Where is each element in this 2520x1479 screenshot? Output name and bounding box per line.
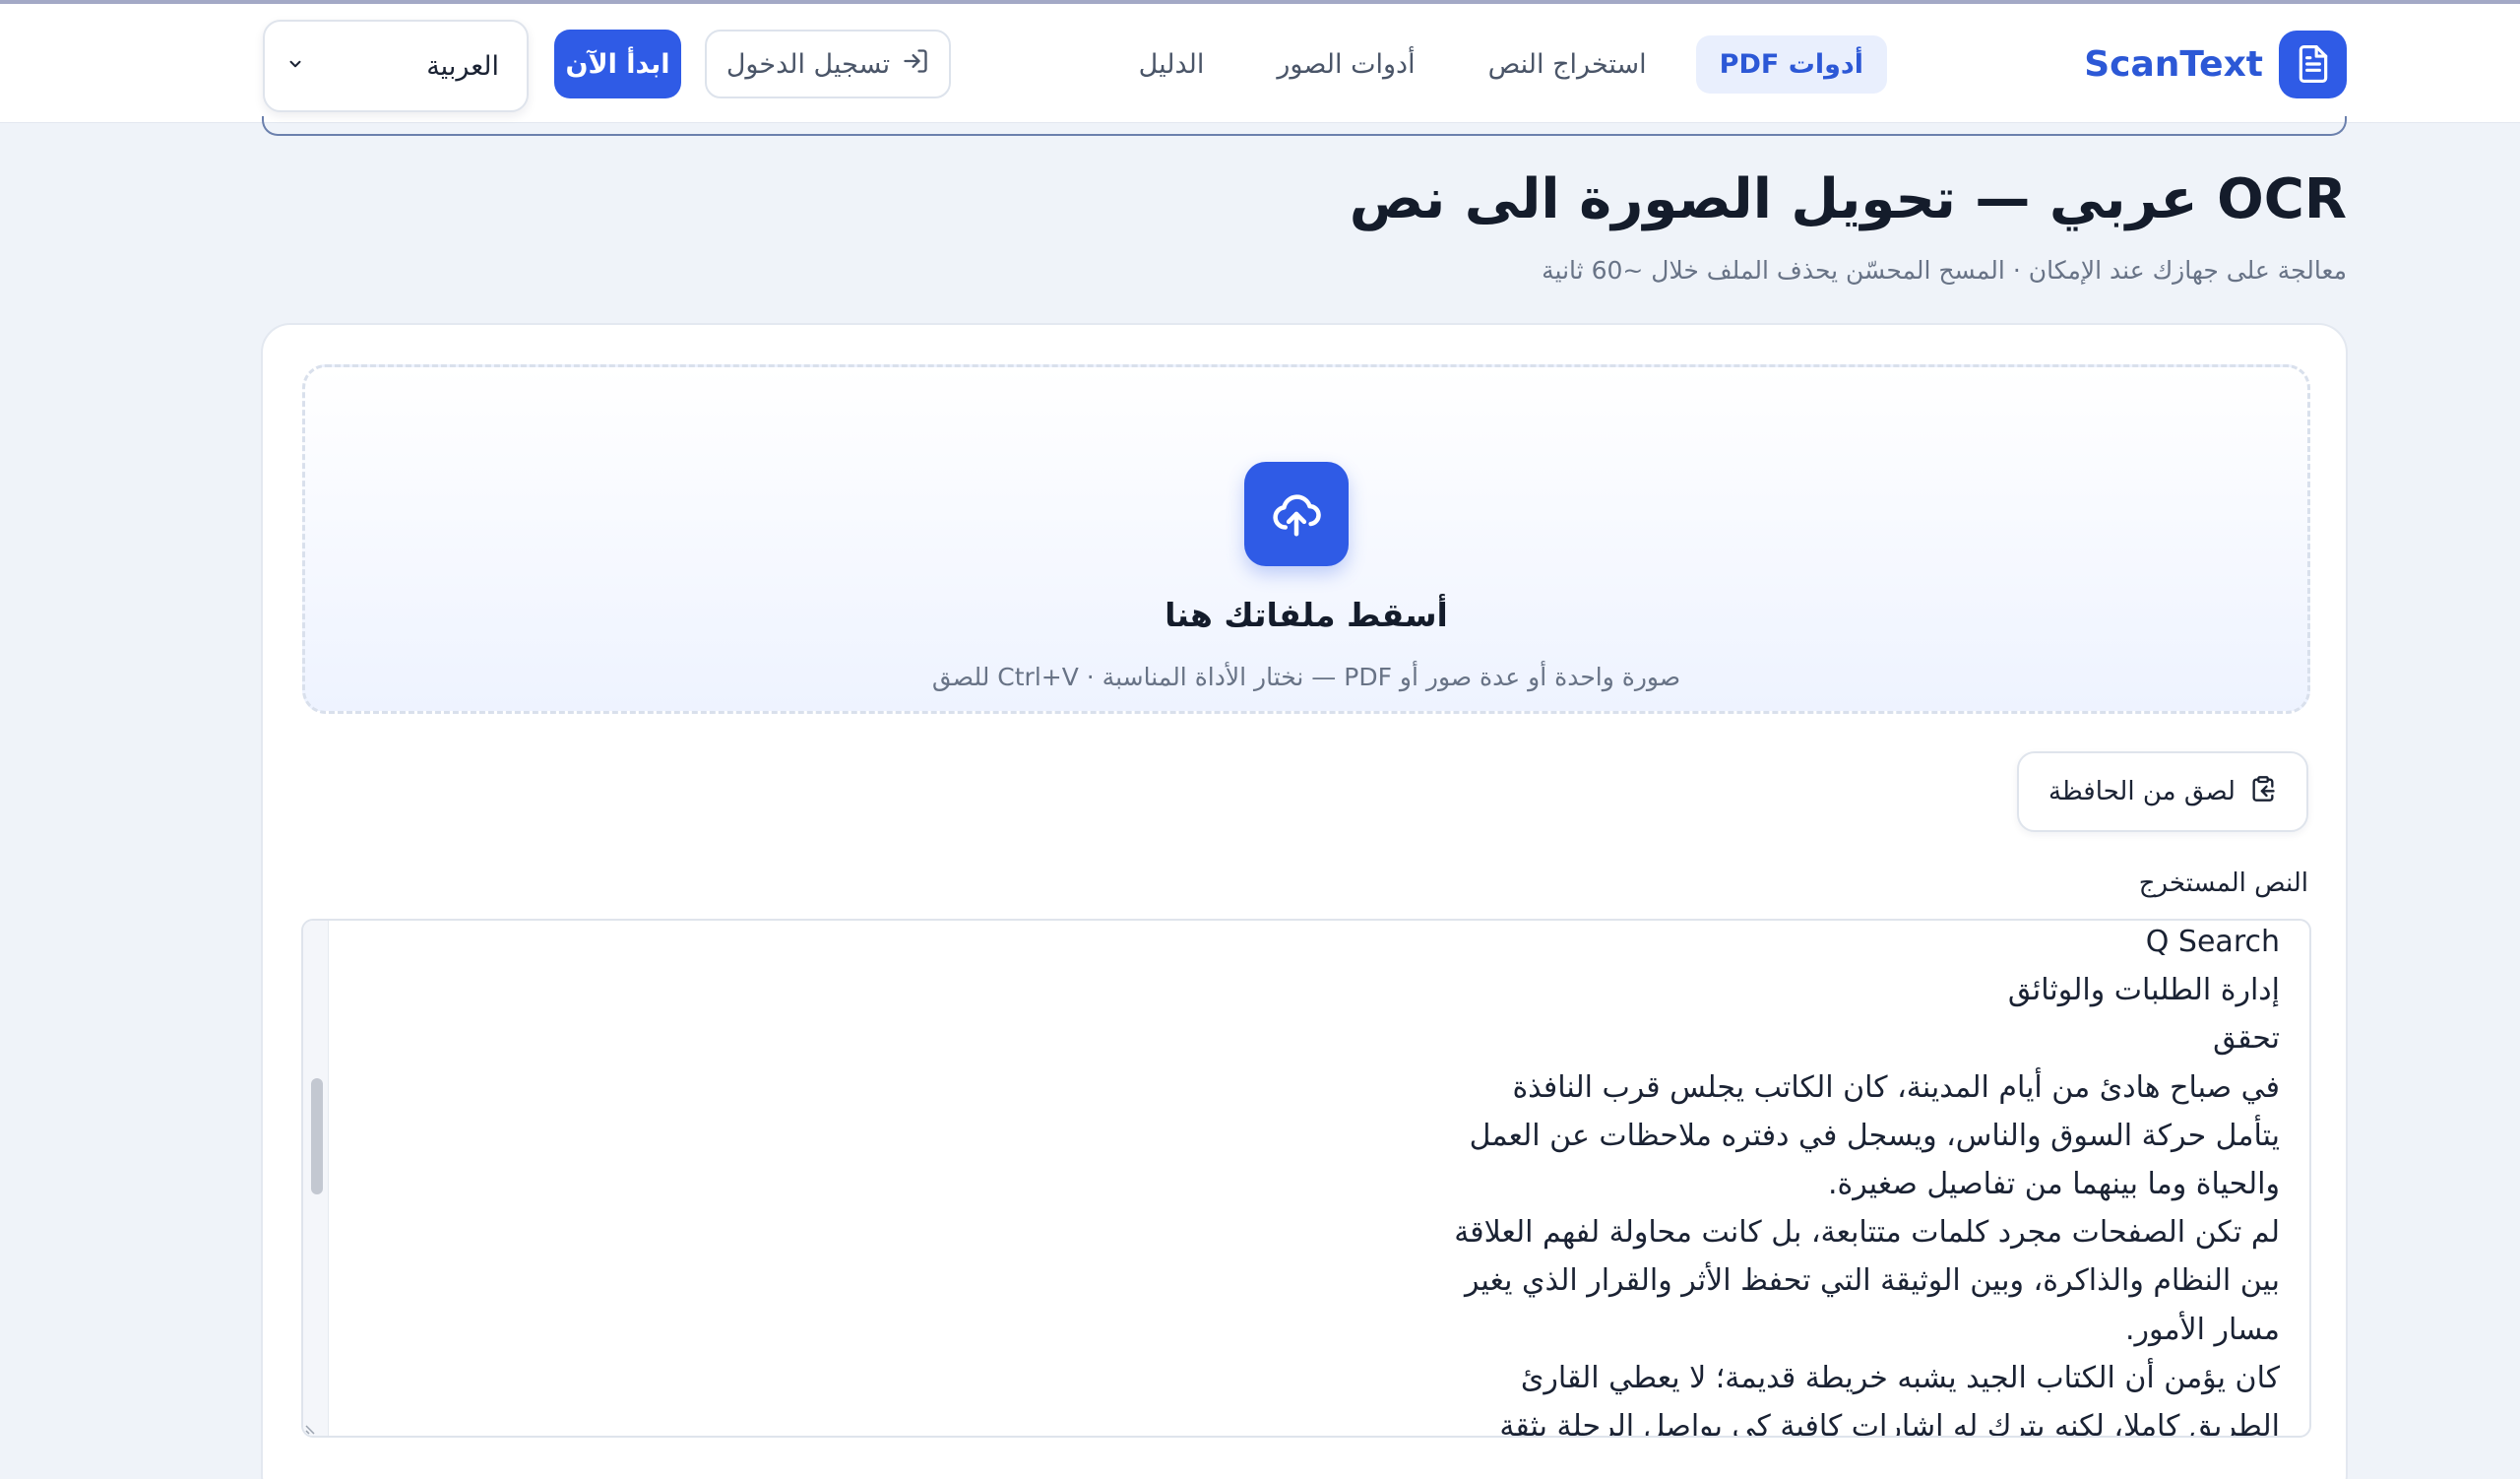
cloud-upload-icon — [1244, 462, 1349, 566]
text-line: تحقق — [2213, 1021, 2280, 1057]
text-line: الطريق كاملا، لكنه يترك له اشارات كافية … — [1499, 1409, 2280, 1438]
scrollbar[interactable] — [303, 921, 329, 1436]
extracted-text-area[interactable]: Q Search إدارة الطلبات والوثائق تحقق في … — [301, 919, 2311, 1438]
ocr-card: أسقط ملفاتك هنا صورة واحدة أو عدة صور أو… — [261, 323, 2348, 1479]
chevron-down-icon — [286, 55, 304, 77]
text-line: والحياة وما بينهما من تفاصيل صغيرة. — [1827, 1167, 2280, 1202]
text-line: يتأمل حركة السوق والناس، ويسجل في دفتره … — [1469, 1118, 2280, 1153]
main-nav: أدوات PDF استخراج النص أدوات الصور الدلي… — [1115, 30, 1887, 98]
top-navbar: ScanText أدوات PDF استخراج النص أدوات ال… — [0, 4, 2520, 123]
extracted-text[interactable]: Q Search إدارة الطلبات والوثائق تحقق في … — [343, 921, 2280, 1438]
login-label: تسجيل الدخول — [725, 48, 891, 80]
dropzone-title: أسقط ملفاتك هنا — [1165, 596, 1448, 634]
page-subtitle: معالجة على جهازك عند الإمكان · المسح الم… — [1542, 256, 2347, 285]
scrollbar-thumb[interactable] — [311, 1078, 323, 1194]
clipboard-icon — [2249, 775, 2277, 809]
language-select[interactable]: العربية — [263, 20, 529, 112]
header-accent-strip — [262, 116, 2347, 136]
nav-image-tools[interactable]: أدوات الصور — [1253, 35, 1438, 94]
dropzone-subtitle: صورة واحدة أو عدة صور أو PDF — نختار الأ… — [931, 663, 1681, 691]
nav-text-extraction[interactable]: استخراج النص — [1465, 35, 1670, 94]
output-label: النص المستخرج — [2138, 868, 2308, 898]
text-line: كان يؤمن أن الكتاب الجيد يشبه خريطة قديم… — [1520, 1360, 2280, 1395]
nav-guide[interactable]: الدليل — [1115, 35, 1228, 94]
text-line: في صباح هادئ من أيام المدينة، كان الكاتب… — [1512, 1069, 2280, 1105]
text-line: إدارة الطلبات والوثائق — [2007, 973, 2280, 1008]
paste-from-clipboard-button[interactable]: لصق من الحافظة — [2017, 751, 2308, 832]
file-dropzone[interactable]: أسقط ملفاتك هنا صورة واحدة أو عدة صور أو… — [302, 364, 2310, 714]
text-line: مسار الأمور. — [2124, 1312, 2280, 1347]
resize-handle-icon[interactable] — [305, 1420, 319, 1435]
paste-button-label: لصق من الحافظة — [2048, 777, 2236, 806]
login-button[interactable]: تسجيل الدخول — [705, 30, 951, 98]
text-line: Q Search — [2145, 925, 2280, 959]
document-icon — [2279, 30, 2347, 98]
brand-name: ScanText — [2084, 43, 2263, 85]
nav-pdf-tools[interactable]: أدوات PDF — [1695, 34, 1887, 94]
login-icon — [902, 47, 929, 82]
text-line: لم تكن الصفحات مجرد كلمات متتابعة، بل كا… — [1454, 1215, 2280, 1251]
start-now-button[interactable]: ابدأ الآن — [554, 30, 681, 98]
brand[interactable]: ScanText — [2084, 30, 2347, 98]
language-value: العربية — [426, 50, 499, 82]
text-line: بين النظام والذاكرة، وبين الوثيقة التي ت… — [1465, 1263, 2280, 1299]
page-title: OCR عربي — تحويل الصورة الى نص — [1349, 167, 2347, 231]
